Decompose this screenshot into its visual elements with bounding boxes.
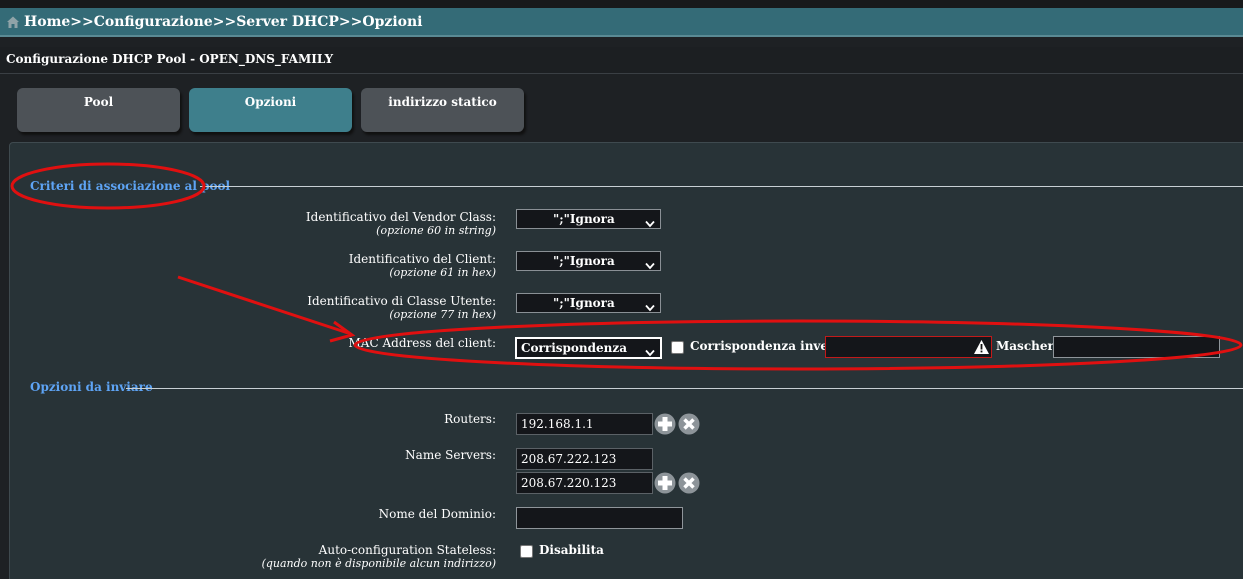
mac-address-label: MAC Address del client: — [348, 336, 496, 350]
stateless-disable-label: Disabilita — [539, 543, 604, 557]
stateless-label: Auto-configuration Stateless: (quando no… — [200, 543, 496, 571]
vendor-class-label: Identificativo del Vendor Class: (opzion… — [250, 210, 496, 238]
page: Home >> Configurazione >> Server DHCP >>… — [0, 0, 1243, 579]
client-id-sublabel: (opzione 61 in hex) — [389, 266, 496, 279]
client-id-value: ";"Ignora — [553, 254, 615, 268]
chevron-down-icon — [645, 257, 655, 275]
section-title-options: Opzioni da inviare — [30, 380, 153, 394]
remove-router-button[interactable] — [678, 413, 700, 435]
breadcrumb-separator: >> — [212, 13, 237, 30]
breadcrumb-dhcp[interactable]: Server DHCP — [236, 14, 339, 30]
breadcrumb-separator: >> — [70, 13, 94, 30]
client-id-label: Identificativo del Client: (opzione 61 i… — [250, 252, 496, 280]
stateless-sublabel: (quando non è disponibile alcun indirizz… — [261, 557, 496, 570]
breadcrumb-config[interactable]: Configurazione — [94, 14, 213, 30]
domain-name-input[interactable] — [516, 507, 683, 529]
domain-name-label: Nome del Dominio: — [378, 507, 496, 521]
breadcrumb-options: Opzioni — [362, 13, 423, 30]
tab-pool[interactable]: Pool — [17, 88, 180, 132]
chevron-down-icon — [645, 215, 655, 233]
section-divider — [126, 388, 1243, 389]
tab-opzioni[interactable]: Opzioni — [189, 88, 352, 132]
warning-icon — [973, 339, 990, 359]
name-server-input-2[interactable]: 208.67.220.123 — [516, 472, 653, 494]
chevron-down-icon — [645, 344, 655, 362]
user-class-label: Identificativo di Classe Utente: (opzion… — [250, 294, 496, 322]
breadcrumb-separator: >> — [338, 13, 363, 30]
section-divider — [200, 186, 1243, 187]
remove-name-server-button[interactable] — [678, 472, 700, 494]
client-id-label-text: Identificativo del Client: — [348, 252, 496, 266]
breadcrumb-home[interactable]: Home — [24, 14, 70, 30]
name-servers-label: Name Servers: — [405, 448, 496, 462]
home-icon[interactable] — [6, 15, 20, 29]
mac-address-input[interactable] — [825, 336, 992, 358]
add-name-server-button[interactable] — [654, 472, 676, 494]
top-strip — [0, 0, 1243, 8]
chevron-down-icon — [645, 299, 655, 317]
stateless-disable-checkbox[interactable] — [520, 545, 533, 558]
vendor-class-select[interactable]: ";"Ignora — [516, 209, 661, 229]
inverse-match-checkbox[interactable] — [671, 341, 684, 354]
add-router-button[interactable] — [654, 413, 676, 435]
name-server-input-1[interactable]: 208.67.222.123 — [516, 448, 653, 470]
pool-title: Configurazione DHCP Pool - OPEN_DNS_FAMI… — [0, 47, 1243, 74]
routers-label: Routers: — [444, 412, 496, 426]
user-class-select[interactable]: ";"Ignora — [516, 293, 661, 313]
mac-match-select[interactable]: Corrispondenza — [515, 337, 662, 359]
vendor-class-value: ";"Ignora — [553, 212, 615, 226]
mac-match-value: Corrispondenza — [521, 341, 627, 355]
vendor-class-sublabel: (opzione 60 in string) — [376, 224, 496, 237]
client-id-select[interactable]: ";"Ignora — [516, 251, 661, 271]
tab-indirizzo-statico[interactable]: indirizzo statico — [361, 88, 524, 132]
user-class-label-text: Identificativo di Classe Utente: — [307, 294, 496, 308]
router-input[interactable]: 192.168.1.1 — [516, 413, 653, 435]
stateless-label-text: Auto-configuration Stateless: — [318, 543, 496, 557]
vendor-class-label-text: Identificativo del Vendor Class: — [305, 210, 496, 224]
user-class-value: ";"Ignora — [553, 296, 615, 310]
mask-input[interactable] — [1053, 336, 1220, 358]
user-class-sublabel: (opzione 77 in hex) — [389, 308, 496, 321]
breadcrumb: Home >> Configurazione >> Server DHCP >>… — [0, 8, 1243, 37]
